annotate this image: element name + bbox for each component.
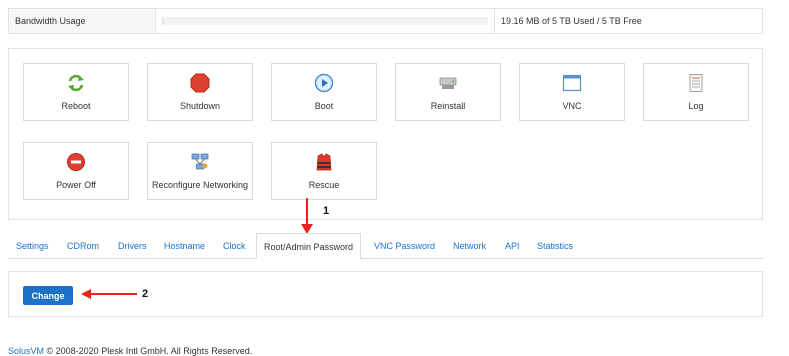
action-label: Boot [314, 101, 334, 111]
bandwidth-usage-text: 19.16 MB of 5 TB Used / 5 TB Free [501, 16, 642, 26]
action-label: Reinstall [430, 101, 466, 111]
notepad-icon [689, 74, 703, 92]
server-actions-panel: Reboot Shutdown Boot Reinstall VNC Log P… [8, 48, 763, 220]
action-label: Reboot [61, 101, 91, 111]
annotation-number-1: 1 [323, 205, 330, 217]
change-password-button[interactable]: Change [23, 286, 73, 305]
rescue-button[interactable]: Rescue [271, 142, 377, 200]
vnc-button[interactable]: VNC [519, 63, 625, 121]
bandwidth-label: Bandwidth Usage [9, 9, 156, 33]
settings-tabs: Settings CDRom Drivers Hostname Clock Ro… [8, 233, 763, 259]
action-label: Reconfigure Networking [151, 180, 249, 190]
tab-network[interactable]: Network [453, 233, 486, 258]
reinstall-button[interactable]: Reinstall [395, 63, 501, 121]
boot-button[interactable]: Boot [271, 63, 377, 121]
play-circle-icon [314, 73, 334, 93]
tab-hostname[interactable]: Hostname [164, 233, 205, 258]
annotation-arrow-left [81, 289, 137, 299]
tab-vnc-password[interactable]: VNC Password [374, 233, 435, 258]
bandwidth-table: Bandwidth Usage 19.16 MB of 5 TB Used / … [8, 8, 763, 34]
shutdown-button[interactable]: Shutdown [147, 63, 253, 121]
power-off-button[interactable]: Power Off [23, 142, 129, 200]
action-label: Rescue [308, 180, 340, 190]
log-button[interactable]: Log [643, 63, 749, 121]
action-label: Log [688, 101, 704, 111]
drive-icon [439, 77, 457, 89]
reboot-button[interactable]: Reboot [23, 63, 129, 121]
action-label: Shutdown [179, 101, 221, 111]
bandwidth-bar-cell [156, 9, 495, 33]
life-vest-icon [316, 153, 332, 171]
refresh-arrows-icon [68, 74, 84, 92]
reconfigure-networking-button[interactable]: Reconfigure Networking [147, 142, 253, 200]
bandwidth-progress-bar [162, 17, 488, 25]
bandwidth-progress-fill [162, 17, 164, 25]
tab-settings[interactable]: Settings [16, 233, 49, 258]
no-entry-icon [67, 153, 85, 171]
network-icon [191, 153, 209, 170]
window-icon [562, 74, 582, 92]
tab-statistics[interactable]: Statistics [537, 233, 573, 258]
tab-cdrom[interactable]: CDRom [67, 233, 99, 258]
tab-root-admin-password[interactable]: Root/Admin Password [256, 233, 362, 259]
annotation-number-2: 2 [142, 288, 149, 300]
stop-octagon-icon [190, 73, 210, 93]
action-label: Power Off [56, 180, 96, 190]
tab-drivers[interactable]: Drivers [118, 233, 147, 258]
tab-clock[interactable]: Clock [223, 233, 246, 258]
tab-api[interactable]: API [505, 233, 520, 258]
annotation-arrow-down [301, 198, 313, 234]
action-label: VNC [562, 101, 582, 111]
